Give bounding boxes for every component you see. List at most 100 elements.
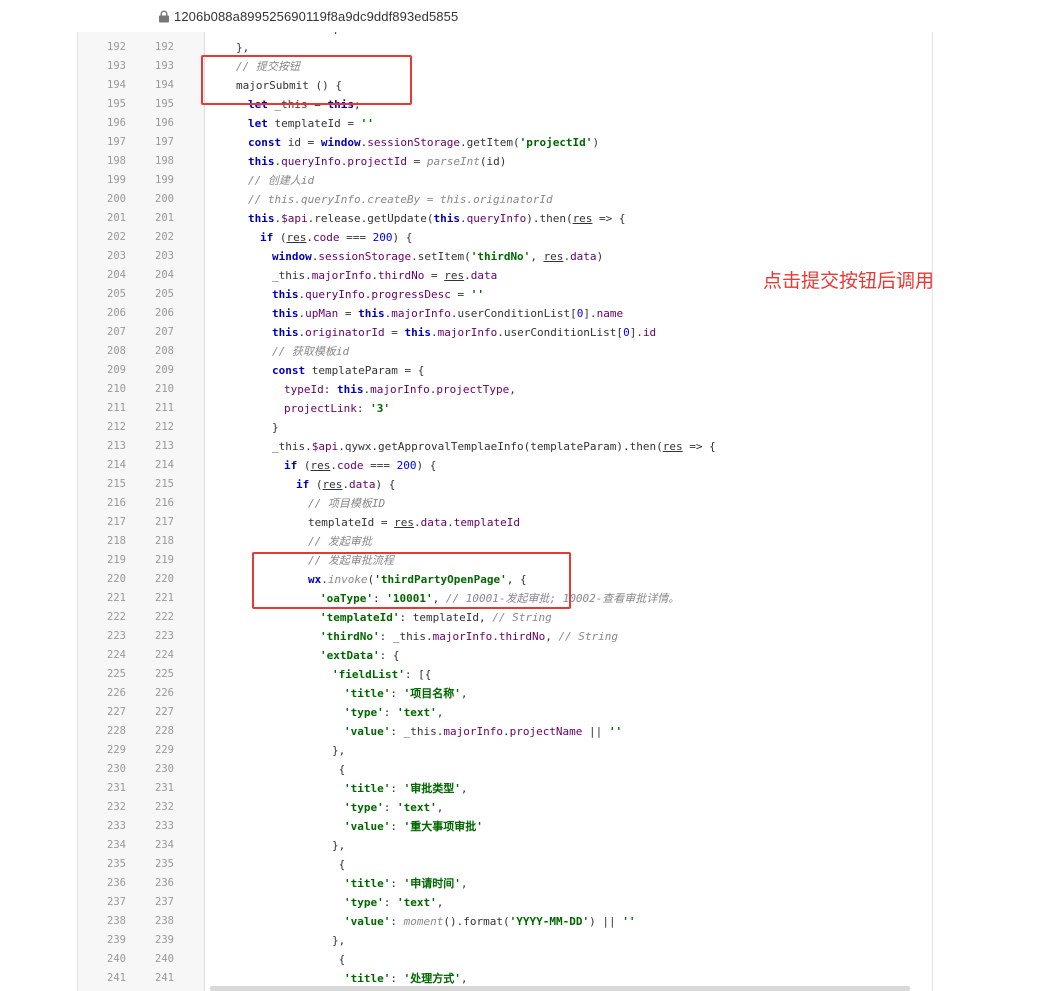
code-line: 193 193 // 提交按钮 bbox=[78, 57, 932, 76]
code-token: , { bbox=[506, 573, 527, 586]
code-token: => { bbox=[682, 440, 716, 453]
code-token: // String bbox=[558, 630, 619, 643]
code-line: 192 192}, bbox=[78, 38, 932, 57]
line-number-old: 200 bbox=[107, 193, 126, 205]
line-number-old: 228 bbox=[107, 725, 126, 737]
code-token: , bbox=[460, 687, 468, 700]
code-token: 'thirdNo' bbox=[320, 630, 380, 643]
code-line: 209 209 const templateParam = { bbox=[78, 361, 932, 380]
code-text: wx.invoke('thirdPartyOpenPage', { bbox=[308, 570, 527, 589]
code-token: '3' bbox=[370, 402, 390, 415]
code-text: this.queryInfo.projectId = parseInt(id) bbox=[248, 152, 506, 171]
code-token: { bbox=[332, 763, 346, 776]
code-text: { bbox=[332, 855, 346, 874]
code-text: window.sessionStorage.setItem('thirdNo',… bbox=[272, 247, 603, 266]
code-text: if (res.code === 200) { bbox=[284, 456, 436, 475]
horizontal-scrollbar[interactable] bbox=[210, 986, 910, 991]
code-token: .getItem( bbox=[459, 136, 520, 149]
code-token: : bbox=[323, 383, 337, 396]
code-token: '' bbox=[608, 725, 623, 738]
code-token: , bbox=[545, 630, 559, 643]
code-text: // 提交按钮 bbox=[236, 57, 300, 76]
code-token: }, bbox=[236, 41, 250, 54]
line-number-old: 202 bbox=[107, 231, 126, 243]
code-token: 200 bbox=[396, 459, 417, 472]
code-token: 'title' bbox=[344, 972, 391, 985]
code-token: : _this. bbox=[379, 630, 433, 643]
code-token: // String bbox=[492, 611, 552, 624]
code-line: 232 232 'type': 'text', bbox=[78, 798, 932, 817]
code-text: 'type': 'text', bbox=[344, 798, 443, 817]
code-token: : bbox=[390, 820, 404, 833]
code-token: code bbox=[337, 459, 364, 472]
code-token: projectLink bbox=[284, 402, 357, 415]
code-token: data bbox=[470, 269, 498, 282]
code-text: 'thirdNo': _this.majorInfo.thirdNo, // S… bbox=[320, 627, 618, 646]
code-text: 'type': 'text', bbox=[344, 703, 443, 722]
code-line: 239 239}, bbox=[78, 931, 932, 950]
code-token: name bbox=[596, 307, 624, 320]
code-token: projectId bbox=[347, 155, 407, 168]
code-token: 'value' bbox=[344, 820, 391, 833]
code-token: this bbox=[272, 288, 299, 301]
code-token: '处理方式' bbox=[403, 972, 461, 985]
line-number-new: 217 bbox=[155, 516, 174, 528]
code-line: 210 210 typeId: this.majorInfo.projectType… bbox=[78, 380, 932, 399]
code-line: 236 236 'title': '申请时间', bbox=[78, 874, 932, 893]
code-text: _this.majorInfo.thirdNo = res.data bbox=[272, 266, 497, 285]
code-token: 'text' bbox=[397, 706, 437, 719]
code-lines: 191191this.timeGroupShow = false192192},… bbox=[78, 32, 932, 988]
line-number-old: 231 bbox=[107, 782, 126, 794]
code-token: , bbox=[460, 877, 468, 890]
line-number-new: 202 bbox=[155, 231, 174, 243]
code-text: let _this = this; bbox=[248, 95, 361, 114]
code-line: 208 208 // 获取模板id bbox=[78, 342, 932, 361]
code-token: ) { bbox=[375, 478, 396, 491]
code-line: 201 201 this.$api.release.getUpdate(this.q… bbox=[78, 209, 932, 228]
code-token: sessionStorage bbox=[318, 250, 412, 263]
line-number-old: 225 bbox=[107, 668, 126, 680]
code-token: . bbox=[306, 231, 313, 244]
line-number-old: 235 bbox=[107, 858, 126, 870]
code-token: $api bbox=[281, 212, 308, 225]
code-text: const id = window.sessionStorage.getItem… bbox=[248, 133, 599, 152]
code-token: // 项目模板ID bbox=[308, 497, 386, 510]
line-number-old: 213 bbox=[107, 440, 126, 452]
code-token: thirdNo bbox=[498, 630, 546, 643]
code-token: wx bbox=[308, 573, 322, 586]
code-token: . bbox=[321, 573, 328, 586]
code-token: sessionStorage bbox=[367, 136, 460, 149]
code-text: let templateId = '' bbox=[248, 114, 374, 133]
code-text: // 获取模板id bbox=[272, 342, 349, 361]
code-token: id bbox=[642, 326, 657, 339]
code-token: 'type' bbox=[344, 801, 384, 814]
code-token: .setItem( bbox=[411, 250, 471, 263]
line-number-new: 235 bbox=[155, 858, 174, 870]
code-token: 0 bbox=[623, 326, 630, 339]
code-token: }, bbox=[332, 934, 346, 947]
code-token: = bbox=[338, 307, 359, 320]
line-number-new: 204 bbox=[155, 269, 174, 281]
code-token: : _this. bbox=[390, 725, 444, 738]
code-token: , bbox=[530, 250, 544, 263]
code-text: majorSubmit () { bbox=[236, 76, 342, 95]
line-number-old: 203 bbox=[107, 250, 126, 262]
code-token: originatorId bbox=[305, 326, 385, 339]
page-url[interactable]: 1206b088a899525690119f8a9dc9ddf893ed5855 bbox=[174, 9, 458, 24]
line-number-old: 216 bbox=[107, 497, 126, 509]
code-token: 'text' bbox=[397, 801, 437, 814]
code-token: 'title' bbox=[344, 687, 391, 700]
code-token: : bbox=[383, 801, 397, 814]
code-token: this bbox=[358, 307, 385, 320]
code-token: this bbox=[327, 98, 354, 111]
line-number-new: 200 bbox=[155, 193, 174, 205]
code-token: }, bbox=[332, 744, 346, 757]
code-token: 'title' bbox=[344, 877, 391, 890]
line-number-old: 204 bbox=[107, 269, 126, 281]
line-number-new: 226 bbox=[155, 687, 174, 699]
code-line: 199 199 // 创建人id bbox=[78, 171, 932, 190]
line-number-old: 241 bbox=[107, 972, 126, 984]
code-token: . bbox=[371, 269, 378, 282]
code-line: 221 221 'oaType': '10001', // 10001-发起审批; … bbox=[78, 589, 932, 608]
code-token: this bbox=[433, 212, 460, 225]
